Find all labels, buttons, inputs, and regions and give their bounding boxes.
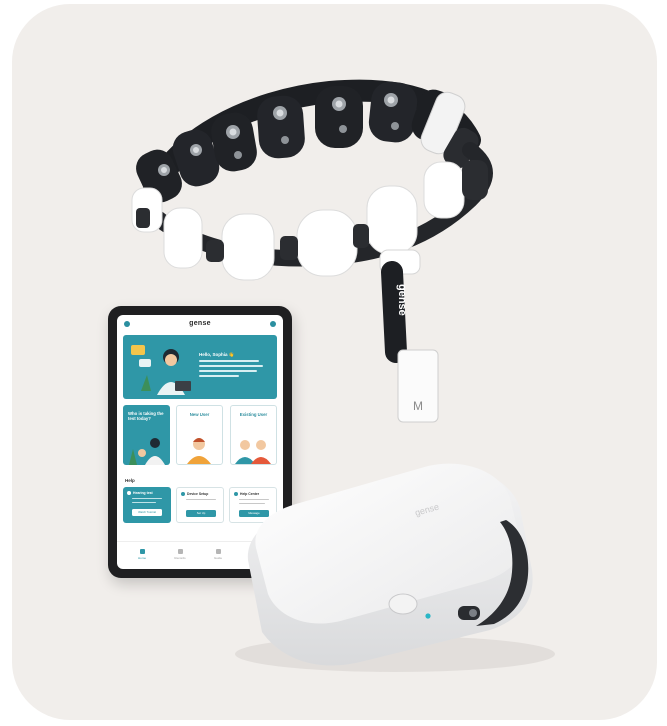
power-button[interactable] bbox=[388, 593, 418, 615]
product-scene: gense M gense Hello, Sophia 👋 Who is tak… bbox=[0, 0, 667, 726]
hub-device: gense bbox=[235, 463, 555, 672]
status-led bbox=[425, 613, 431, 619]
